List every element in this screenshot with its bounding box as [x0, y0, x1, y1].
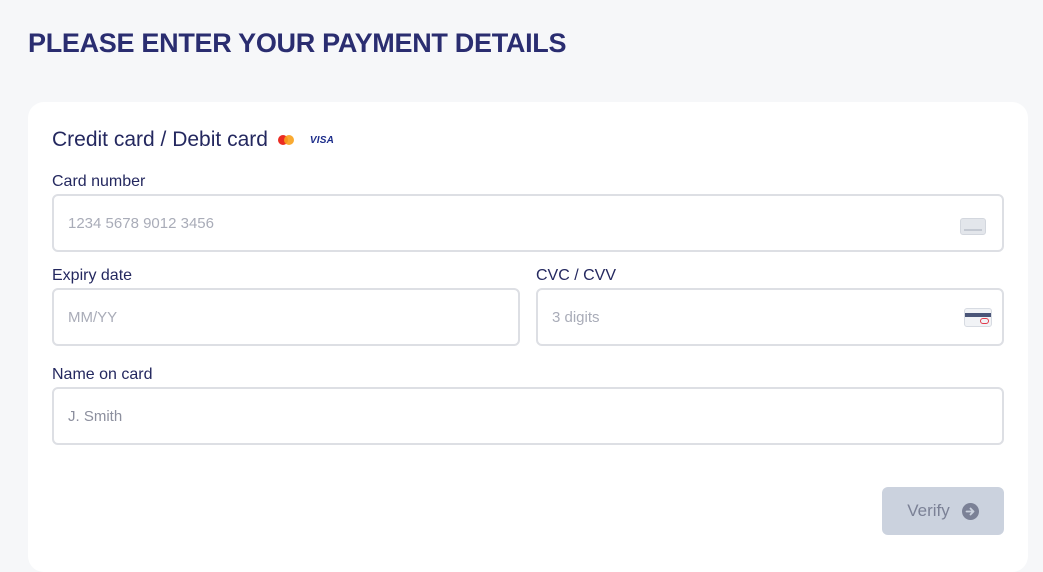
- card-number-field-wrapper: [52, 194, 1004, 252]
- payment-method-header: Credit card / Debit card VISA: [52, 127, 334, 153]
- expiry-date-label: Expiry date: [52, 267, 133, 284]
- expiry-date-field-wrapper: [52, 288, 520, 346]
- cvc-field-wrapper: [536, 288, 1004, 346]
- verify-button-label: Verify: [907, 501, 950, 520]
- payment-card-panel: Credit card / Debit card VISA Card numbe…: [28, 102, 1028, 572]
- card-icon-stripe: [964, 229, 982, 231]
- mastercard-logo: [277, 134, 296, 146]
- payment-method-title: Credit card / Debit card: [52, 128, 268, 151]
- credit-card-icon: [960, 218, 986, 235]
- mastercard-orange-circle: [283, 135, 294, 145]
- card-back-cvv-icon: [964, 308, 992, 327]
- verify-button[interactable]: Verify: [882, 487, 1004, 535]
- cvc-input[interactable]: [552, 290, 946, 344]
- name-on-card-label: Name on card: [52, 366, 153, 383]
- cvc-label: CVC / CVV: [536, 267, 617, 284]
- arrow-right-circle-icon: [961, 502, 979, 520]
- name-on-card-input[interactable]: [68, 389, 946, 443]
- card-number-label: Card number: [52, 173, 146, 190]
- name-on-card-field-wrapper: [52, 387, 1004, 445]
- card-number-input[interactable]: [68, 196, 946, 250]
- cvv-icon-band: [965, 313, 991, 317]
- cvv-icon-ring: [980, 318, 989, 324]
- visa-logo: VISA: [309, 134, 335, 146]
- expiry-date-input[interactable]: [68, 290, 462, 344]
- page-title: PLEASE ENTER YOUR PAYMENT DETAILS: [28, 28, 567, 58]
